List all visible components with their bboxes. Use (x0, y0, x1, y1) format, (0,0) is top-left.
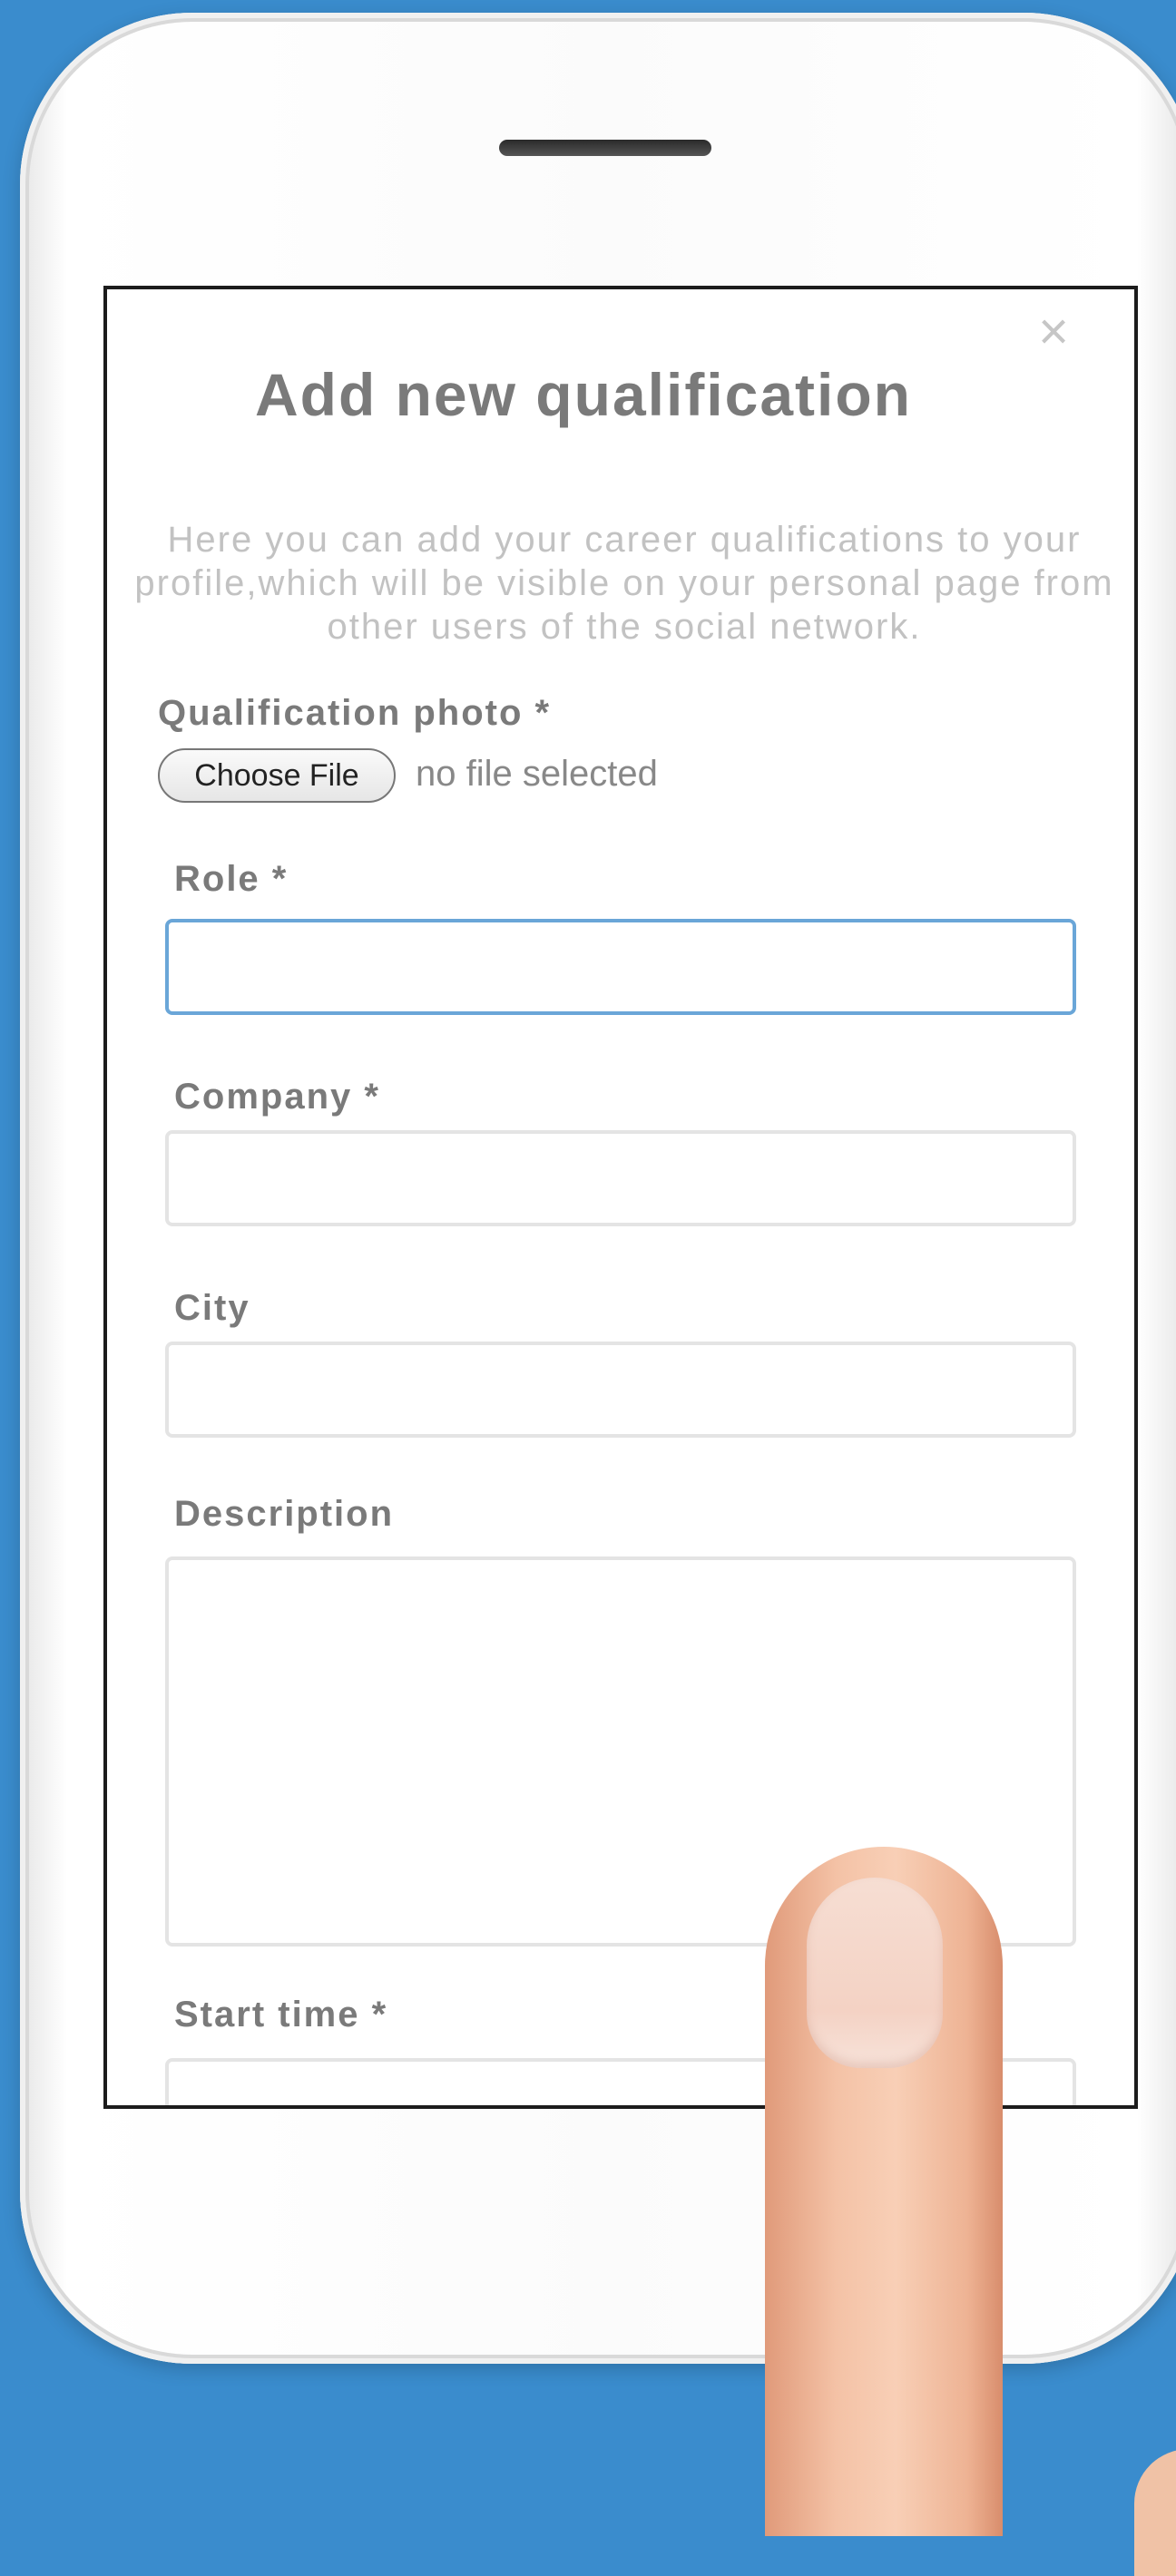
city-label: City (174, 1288, 250, 1328)
description-label: Description (174, 1494, 395, 1534)
close-icon[interactable]: × (1038, 306, 1069, 358)
choose-file-button[interactable]: Choose File (158, 748, 396, 803)
pointing-finger (765, 1847, 1003, 2536)
phone-screen: × Add new qualification Here you can add… (103, 286, 1138, 2109)
phone-speaker (499, 140, 711, 156)
modal-description: Here you can add your career qualificati… (134, 520, 1114, 647)
city-input[interactable] (165, 1342, 1076, 1438)
fingernail (807, 1878, 943, 2068)
thumb-edge (1134, 2449, 1176, 2576)
qualification-photo-label: Qualification photo * (158, 693, 552, 733)
start-time-label: Start time * (174, 1995, 388, 2034)
company-label: Company * (174, 1077, 380, 1117)
role-label: Role * (174, 859, 289, 899)
company-input[interactable] (165, 1130, 1076, 1226)
role-input[interactable] (165, 919, 1076, 1015)
modal-title: Add new qualification (254, 361, 912, 428)
file-status-text: no file selected (416, 754, 658, 794)
